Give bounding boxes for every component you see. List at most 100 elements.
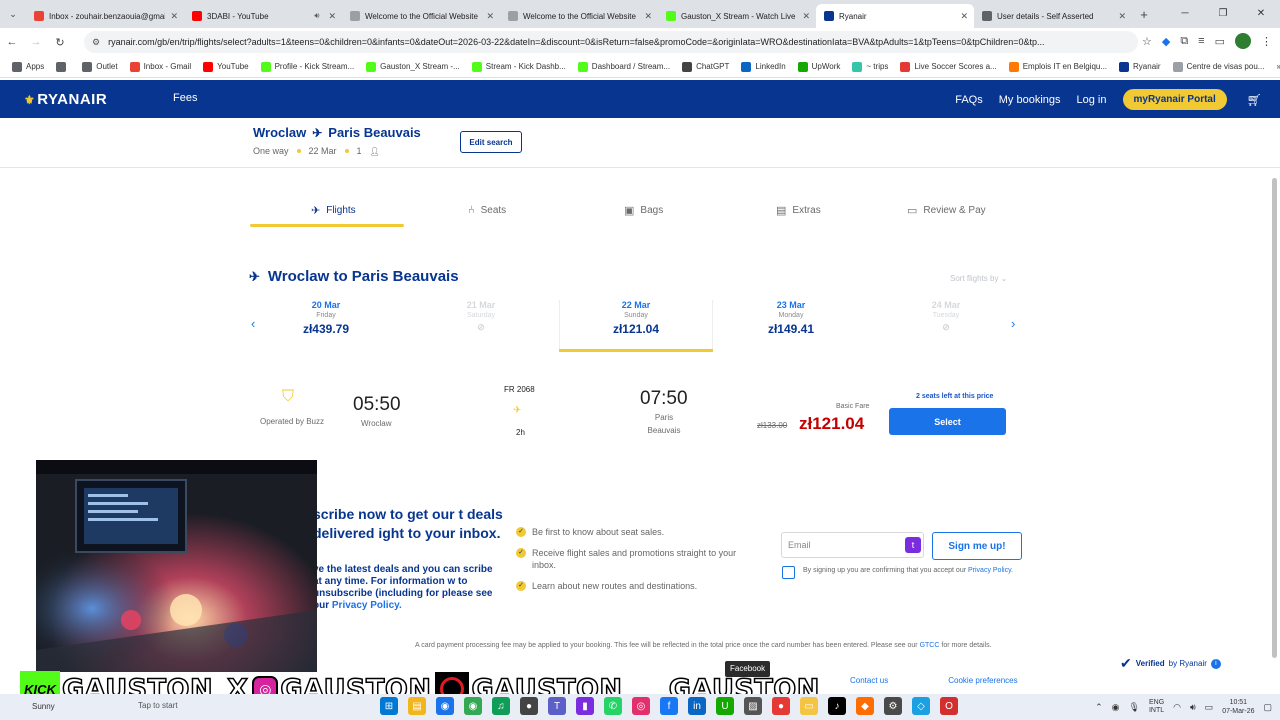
cookie-preferences-link[interactable]: Cookie preferences xyxy=(948,676,1017,685)
bookmark-item[interactable] xyxy=(50,61,76,72)
my-bookings-link[interactable]: My bookings xyxy=(999,94,1061,106)
site-info-icon[interactable]: ⚙ xyxy=(92,37,100,48)
minimize-icon[interactable]: ─ xyxy=(1166,0,1204,28)
notes-icon[interactable]: ▭ xyxy=(800,697,818,715)
twitch-icon[interactable]: ▮ xyxy=(576,697,594,715)
bookmark-item[interactable]: Dashboard / Stream... xyxy=(572,61,676,72)
close-tab-icon[interactable]: ✕ xyxy=(486,11,494,22)
bookmark-item[interactable]: YouTube xyxy=(197,61,254,72)
scrollbar-thumb[interactable] xyxy=(1272,178,1277,658)
select-flight-button[interactable]: Select xyxy=(889,408,1006,435)
extensions-icon[interactable]: ⧉ xyxy=(1180,35,1188,48)
forward-icon[interactable]: → xyxy=(24,36,48,48)
step-review-pay[interactable]: ▭ Review & Pay xyxy=(907,200,986,220)
close-tab-icon[interactable]: ✕ xyxy=(802,11,810,22)
close-tab-icon[interactable]: ✕ xyxy=(170,11,178,22)
start-icon[interactable]: ⊞ xyxy=(380,697,398,715)
close-tab-icon[interactable]: ✕ xyxy=(960,11,968,22)
clock[interactable]: 10:51 07-Mar-26 xyxy=(1222,698,1254,716)
ryanair-logo[interactable]: ⚜ RYANAIR xyxy=(24,91,107,108)
page-scrollbar[interactable] xyxy=(1270,168,1278,668)
linkedin-icon[interactable]: in xyxy=(688,697,706,715)
opera-icon[interactable]: O xyxy=(940,697,958,715)
chrome-profile-icon[interactable]: ◉ xyxy=(464,697,482,715)
bookmark-item[interactable]: ChatGPT xyxy=(676,61,735,72)
url-field[interactable]: ⚙ ryanair.com/gb/en/trip/flights/select?… xyxy=(84,31,1138,53)
step-flights[interactable]: ✈ Flights xyxy=(311,200,356,220)
bookmark-item[interactable]: Centre de visas pou... xyxy=(1167,61,1271,72)
tiktok-app-icon[interactable]: ♪ xyxy=(828,697,846,715)
tab-search-icon[interactable]: ⌄ xyxy=(0,0,26,28)
spotify-icon[interactable]: ♫ xyxy=(492,697,510,715)
media-icon[interactable]: ≡ xyxy=(1198,35,1204,47)
edit-search-button[interactable]: Edit search xyxy=(460,131,522,153)
login-link[interactable]: Log in xyxy=(1077,94,1107,106)
bookmark-item[interactable]: UpWork xyxy=(792,61,847,72)
app-orange-icon[interactable]: ◆ xyxy=(856,697,874,715)
obs-icon[interactable]: ● xyxy=(520,697,538,715)
profile-avatar[interactable] xyxy=(1235,33,1251,49)
battery-icon[interactable]: ▭ xyxy=(1205,702,1214,713)
notification-icon[interactable]: ▢ xyxy=(1263,702,1272,713)
bookmark-item[interactable]: Profile - Kick Stream... xyxy=(255,61,361,72)
facebook-icon[interactable]: f xyxy=(660,697,678,715)
cart-icon[interactable]: 🛒︎ xyxy=(1247,93,1262,107)
close-tab-icon[interactable]: ✕ xyxy=(1118,11,1126,22)
bookmark-star-icon[interactable]: ☆ xyxy=(1142,35,1152,48)
date-cell-20-mar[interactable]: 20 Mar Friday zł439.79 xyxy=(249,300,403,352)
menu-icon[interactable]: ⋮ xyxy=(1261,35,1272,48)
maximize-icon[interactable]: ❐ xyxy=(1204,0,1242,28)
whatsapp-icon[interactable]: ✆ xyxy=(604,697,622,715)
myryanair-portal-button[interactable]: myRyanair Portal xyxy=(1122,89,1227,110)
sign-up-button[interactable]: Sign me up! xyxy=(932,532,1022,560)
close-tab-icon[interactable]: ✕ xyxy=(644,11,652,22)
email-field[interactable]: Email t xyxy=(781,532,924,558)
date-cell-22-mar[interactable]: 22 Mar Sunday zł121.04 xyxy=(559,300,713,352)
bookmark-item[interactable]: Stream - Kick Dashb... xyxy=(466,61,572,72)
browser-tab[interactable]: User details - Self Asserted ✕ xyxy=(974,4,1132,28)
bookmark-item[interactable]: LinkedIn xyxy=(735,61,791,72)
volume-icon[interactable]: 🔊︎ xyxy=(1190,702,1196,713)
sidepanel-icon[interactable]: ▭ xyxy=(1215,35,1225,48)
settings-icon[interactable]: ⚙ xyxy=(884,697,902,715)
tab-audio-icon[interactable]: 🔊︎ xyxy=(314,11,319,21)
bookmark-item[interactable]: Ryanair xyxy=(1113,61,1167,72)
language-indicator[interactable]: ENG INTL xyxy=(1149,699,1164,715)
photos-icon[interactable]: ▨ xyxy=(744,697,762,715)
back-icon[interactable]: ← xyxy=(0,36,24,48)
wifi-icon[interactable]: ◠ xyxy=(1173,702,1181,713)
browser-tab[interactable]: Gauston_X Stream - Watch Live ✕ xyxy=(658,4,816,28)
weather-widget[interactable]: Sunny xyxy=(32,702,55,711)
sort-flights-dropdown[interactable]: Sort flights by ⌄ xyxy=(950,274,1007,283)
bookmark-item[interactable]: Apps xyxy=(6,61,50,72)
bookmark-item[interactable]: Outlet xyxy=(76,61,123,72)
app-blue-icon[interactable]: ◇ xyxy=(912,697,930,715)
taskbar-search[interactable]: Tap to start xyxy=(138,701,178,710)
browser-tab[interactable]: Inbox - zouhair.benzaouia@gmail.com ✕ xyxy=(26,4,184,28)
chrome-icon[interactable]: ◉ xyxy=(436,697,454,715)
chevron-right-icon[interactable]: › xyxy=(1011,316,1015,331)
step-extras[interactable]: ▤ Extras xyxy=(776,200,821,220)
bookmark-item[interactable]: Live Soccer Scores a... xyxy=(894,61,1002,72)
info-icon[interactable]: i xyxy=(1210,658,1221,669)
privacy-policy-link[interactable]: Privacy Policy. xyxy=(968,567,1013,574)
more-bookmarks-icon[interactable]: » xyxy=(1270,62,1280,71)
instagram-app-icon[interactable]: ◎ xyxy=(632,697,650,715)
consent-checkbox[interactable] xyxy=(782,566,795,579)
new-tab-button[interactable]: + xyxy=(1132,7,1156,22)
microphone-icon[interactable]: 🎙︎ xyxy=(1129,702,1140,713)
step-seats[interactable]: ⑃ Seats xyxy=(468,200,506,220)
browser-tab[interactable]: Welcome to the Official Website ✕ xyxy=(500,4,658,28)
teams-icon[interactable]: T xyxy=(548,697,566,715)
privacy-policy-link[interactable]: Privacy Policy. xyxy=(332,600,402,611)
browser-tab[interactable]: 3DABI - YouTube 🔊︎ ✕ xyxy=(184,4,342,28)
fees-link[interactable]: Fees xyxy=(173,92,197,104)
gtcc-link[interactable]: GTCC xyxy=(920,642,940,649)
tray-chevron-icon[interactable]: ⌃ xyxy=(1095,702,1103,713)
step-bags[interactable]: ▣ Bags xyxy=(624,200,663,220)
bookmark-item[interactable]: ~ trips xyxy=(846,61,894,72)
close-window-icon[interactable]: ✕ xyxy=(1242,0,1280,28)
password-manager-icon[interactable]: t xyxy=(905,537,921,553)
discord-icon[interactable]: ◉ xyxy=(1112,702,1120,713)
date-cell-23-mar[interactable]: 23 Mar Monday zł149.41 xyxy=(714,300,868,352)
